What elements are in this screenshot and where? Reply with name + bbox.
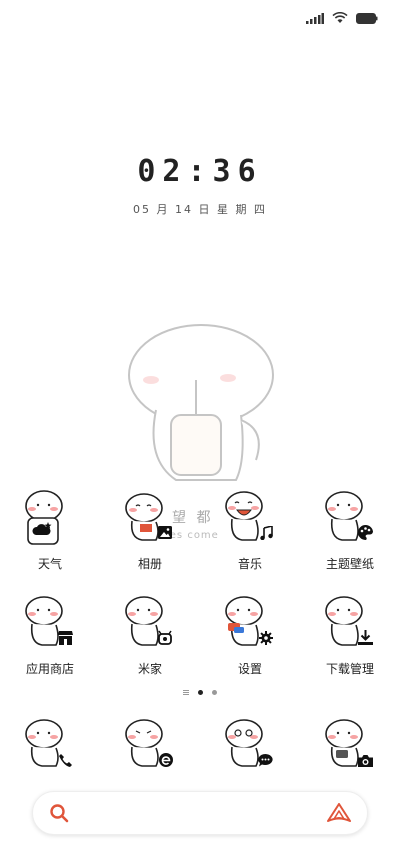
app-label: 设置 xyxy=(237,662,262,676)
download-icon xyxy=(358,630,373,645)
status-bar xyxy=(0,0,400,36)
dock xyxy=(0,714,400,774)
app-label: 天气 xyxy=(37,557,62,571)
mascot-art xyxy=(220,714,280,774)
dock-phone[interactable] xyxy=(0,714,100,774)
search-icon[interactable] xyxy=(49,803,69,823)
page-dot-1 xyxy=(198,690,203,695)
app-label: 主题壁纸 xyxy=(325,557,374,571)
mascot-art xyxy=(20,593,80,653)
wifi-icon xyxy=(332,12,348,23)
mascot-art xyxy=(120,714,180,774)
wallpaper-illustration xyxy=(128,324,274,481)
battery-icon xyxy=(356,12,378,24)
app-label: 米家 xyxy=(137,662,162,676)
app-label: 音乐 xyxy=(237,557,262,571)
store-icon xyxy=(58,631,73,645)
app-weather[interactable]: 天气 xyxy=(0,488,100,572)
mijia-icon xyxy=(158,630,172,645)
mascot-art xyxy=(120,488,180,548)
phone-icon xyxy=(59,754,72,767)
app-grid-row-2: 应用商店 米家 设置 下载管理 xyxy=(0,593,400,677)
app-gallery[interactable]: 相册 xyxy=(100,488,200,572)
dock-camera[interactable] xyxy=(300,714,400,774)
music-icon xyxy=(260,526,273,540)
mascot-art xyxy=(20,488,80,548)
app-label: 相册 xyxy=(137,557,162,571)
app-themes[interactable]: 主题壁纸 xyxy=(300,488,400,572)
page-indicator-list-icon xyxy=(183,690,189,695)
lock-clock: 02:36 xyxy=(137,154,263,189)
mascot-art xyxy=(320,714,380,774)
page-indicator[interactable] xyxy=(0,690,400,695)
app-label: 下载管理 xyxy=(325,662,374,676)
app-downloads[interactable]: 下载管理 xyxy=(300,593,400,677)
gallery-icon xyxy=(158,526,172,539)
gear-icon xyxy=(259,631,273,645)
browser-icon xyxy=(159,753,173,767)
app-store[interactable]: 应用商店 xyxy=(0,593,100,677)
mascot-art xyxy=(220,593,280,653)
message-icon xyxy=(258,754,273,767)
app-settings[interactable]: 设置 xyxy=(200,593,300,677)
app-music[interactable]: 音乐 xyxy=(200,488,300,572)
dock-messages[interactable] xyxy=(200,714,300,774)
camera-icon xyxy=(358,755,373,767)
search-bar[interactable] xyxy=(32,791,368,835)
assistant-icon[interactable] xyxy=(327,803,351,823)
signal-icon xyxy=(306,12,324,24)
mascot-art xyxy=(20,714,80,774)
app-mijia[interactable]: 米家 xyxy=(100,593,200,677)
mascot-art xyxy=(320,488,380,548)
mascot-art xyxy=(320,593,380,653)
dock-browser[interactable] xyxy=(100,714,200,774)
app-grid-row-1: 天气 相册 音乐 主题壁纸 xyxy=(0,488,400,572)
app-label: 应用商店 xyxy=(25,662,74,676)
palette-icon xyxy=(358,525,373,540)
mascot-art xyxy=(220,488,280,548)
page-dot-2 xyxy=(212,690,217,695)
lock-date: 05 月 14 日 星 期 四 xyxy=(133,203,267,216)
weather-icon xyxy=(32,522,52,535)
mascot-art xyxy=(120,593,180,653)
